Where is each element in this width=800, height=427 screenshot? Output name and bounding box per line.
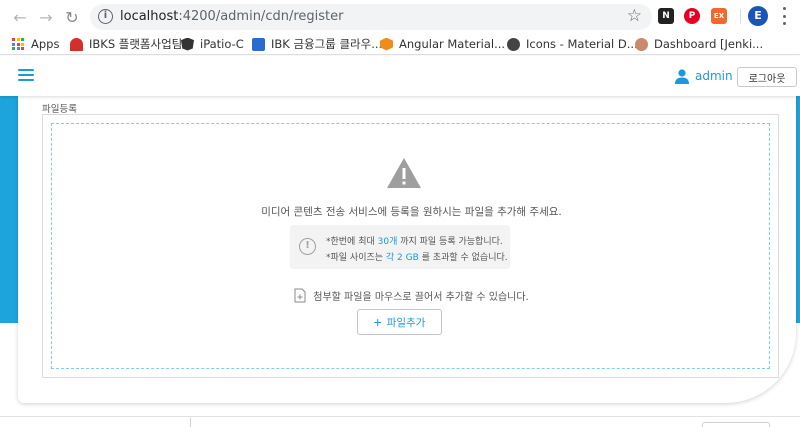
max-size-highlight: 각 2 GB <box>385 253 419 263</box>
bookmark-label: Apps <box>31 37 60 51</box>
app-header: admin 로그아웃 <box>0 56 800 96</box>
notice-box: ! *한번에 최대 30개 까지 파일 등록 가능합니다. *파일 사이즈는 각… <box>290 225 510 269</box>
bookmarks-bar: Apps IBKS 플랫폼사업팀 iPatio-C IBK 금융그룹 클라우..… <box>0 33 800 55</box>
toolbar-divider <box>740 9 741 24</box>
bookmark-label: Angular Material... <box>399 37 506 51</box>
angular-material-icon <box>380 37 393 51</box>
bookmark-label: IBKS 플랫폼사업팀 <box>89 37 183 51</box>
menu-toggle-icon[interactable] <box>18 69 34 81</box>
warning-icon <box>387 158 421 188</box>
bookmark-apps[interactable]: Apps <box>12 36 59 52</box>
add-file-button[interactable]: + 파일추가 <box>357 309 442 335</box>
angular-logo-icon <box>181 37 194 51</box>
reload-icon[interactable]: ↻ <box>60 5 84 29</box>
bookmark-star-icon[interactable]: ☆ <box>627 7 642 25</box>
ex-extension-icon[interactable]: EX <box>711 8 727 24</box>
logout-button[interactable]: 로그아웃 <box>737 67 797 87</box>
bookmark-jenkins[interactable]: Dashboard [Jenki... <box>635 36 763 52</box>
add-file-label: 파일추가 <box>386 316 426 329</box>
exclamation-circle-icon: ! <box>299 238 316 255</box>
notice-line-count: *한번에 최대 30개 까지 파일 등록 가능합니다. <box>326 237 503 247</box>
bookmark-ibks[interactable]: IBKS 플랫폼사업팀 <box>70 36 182 52</box>
url-host: localhost <box>120 9 179 24</box>
bookmark-ipatio[interactable]: iPatio-C <box>181 36 244 52</box>
plus-icon: + <box>373 314 382 330</box>
bookmark-label: Icons - Material D... <box>526 37 638 51</box>
bookmark-label: iPatio-C <box>200 37 244 51</box>
pinterest-extension-icon[interactable]: P <box>684 8 700 24</box>
material-icons-icon <box>507 37 520 51</box>
max-count-highlight: 30개 <box>377 237 398 247</box>
url-path: :4200/admin/cdn/register <box>178 9 344 24</box>
bookmark-label: Dashboard [Jenki... <box>654 37 764 51</box>
notion-extension-icon[interactable]: N <box>658 8 674 24</box>
notice-line-size: *파일 사이즈는 각 2 GB 를 초과할 수 없습니다. <box>326 253 508 263</box>
file-add-icon <box>294 288 306 303</box>
footer-separator <box>190 418 191 427</box>
ibks-logo-icon <box>70 37 83 51</box>
section-title: 파일등록 <box>42 104 77 115</box>
drag-message: 첨부할 파일을 마우스로 끌어서 추가할 수 있습니다. <box>313 292 529 303</box>
jenkins-icon <box>635 37 648 51</box>
site-info-icon[interactable]: i <box>98 9 113 24</box>
browser-toolbar: ← → ↻ i localhost:4200/admin/cdn/registe… <box>0 0 800 33</box>
url-text[interactable]: localhost:4200/admin/cdn/register <box>120 9 343 24</box>
main-message: 미디어 콘텐츠 전송 서비스에 등록을 원하시는 파일을 추가해 주세요. <box>261 206 562 218</box>
address-bar[interactable]: i localhost:4200/admin/cdn/register ☆ <box>90 4 652 30</box>
bookmark-material-icons[interactable]: Icons - Material D... <box>507 36 638 52</box>
register-box: 미디어 콘텐츠 전송 서비스에 등록을 원하시는 파일을 추가해 주세요. ! … <box>42 114 779 378</box>
register-card: 파일등록 미디어 콘텐츠 전송 서비스에 등록을 원하시는 파일을 추가해 주세… <box>18 96 796 403</box>
file-dropzone[interactable]: 미디어 콘텐츠 전송 서비스에 등록을 원하시는 파일을 추가해 주세요. ! … <box>51 123 770 369</box>
app-viewport: admin 로그아웃 파일등록 미디어 콘텐츠 전송 서비스에 등록을 원하시는… <box>0 56 800 427</box>
user-name: admin <box>695 69 733 83</box>
profile-avatar[interactable]: E <box>748 6 768 26</box>
ibk-logo-icon <box>252 37 265 51</box>
apps-grid-icon <box>12 38 24 50</box>
bookmark-label: IBK 금융그룹 클라우... <box>271 37 383 51</box>
forward-arrow-icon[interactable]: → <box>34 5 58 29</box>
user-icon <box>675 69 689 84</box>
drag-hint: 첨부할 파일을 마우스로 끌어서 추가할 수 있습니다. <box>52 288 771 303</box>
footer-divider <box>0 416 800 417</box>
more-menu-icon[interactable] <box>781 7 787 25</box>
bookmark-angular-material[interactable]: Angular Material... <box>380 36 505 52</box>
back-arrow-icon[interactable]: ← <box>8 5 32 29</box>
bookmark-ibk-cloud[interactable]: IBK 금융그룹 클라우... <box>252 36 382 52</box>
footer-element <box>702 422 770 427</box>
